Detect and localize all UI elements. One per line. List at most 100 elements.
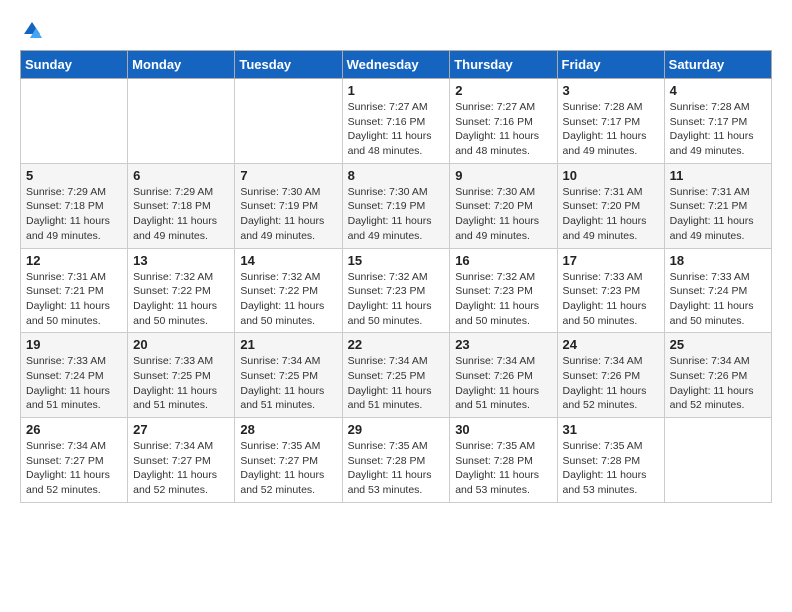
- calendar-cell: 3Sunrise: 7:28 AM Sunset: 7:17 PM Daylig…: [557, 79, 664, 164]
- calendar-cell: 1Sunrise: 7:27 AM Sunset: 7:16 PM Daylig…: [342, 79, 450, 164]
- day-info: Sunrise: 7:33 AM Sunset: 7:24 PM Dayligh…: [26, 354, 122, 413]
- day-info: Sunrise: 7:32 AM Sunset: 7:23 PM Dayligh…: [455, 270, 551, 329]
- day-number: 3: [563, 83, 659, 98]
- weekday-header-friday: Friday: [557, 51, 664, 79]
- calendar-cell: 9Sunrise: 7:30 AM Sunset: 7:20 PM Daylig…: [450, 163, 557, 248]
- day-info: Sunrise: 7:32 AM Sunset: 7:22 PM Dayligh…: [133, 270, 229, 329]
- day-number: 2: [455, 83, 551, 98]
- calendar-cell: 21 Sunrise: 7:34 AM Sunset: 7:25 PM Dayli…: [235, 333, 342, 418]
- day-info: Sunrise: 7:33 AM Sunset: 7:25 PM Dayligh…: [133, 354, 229, 413]
- day-info: Sunrise: 7:30 AM Sunset: 7:19 PM Dayligh…: [240, 185, 336, 244]
- day-info: Sunrise: 7:27 AM Sunset: 7:16 PM Dayligh…: [348, 100, 445, 159]
- calendar-header-row: SundayMondayTuesdayWednesdayThursdayFrid…: [21, 51, 772, 79]
- calendar-cell: 22Sunrise: 7:34 AM Sunset: 7:25 PM Dayli…: [342, 333, 450, 418]
- calendar-cell: 13 Sunrise: 7:32 AM Sunset: 7:22 PM Dayli…: [128, 248, 235, 333]
- day-info: Sunrise: 7:33 AM Sunset: 7:24 PM Dayligh…: [670, 270, 766, 329]
- calendar-cell: 26 Sunrise: 7:34 AM Sunset: 7:27 PM Dayli…: [21, 418, 128, 503]
- day-info: Sunrise: 7:34 AM Sunset: 7:26 PM Dayligh…: [563, 354, 659, 413]
- day-info: Sunrise: 7:27 AM Sunset: 7:16 PM Dayligh…: [455, 100, 551, 159]
- day-number: 10: [563, 168, 659, 183]
- day-number: 18: [670, 253, 766, 268]
- day-number: 25: [670, 337, 766, 352]
- calendar-cell: 24Sunrise: 7:34 AM Sunset: 7:26 PM Dayli…: [557, 333, 664, 418]
- weekday-header-saturday: Saturday: [664, 51, 771, 79]
- calendar-cell: 2 Sunrise: 7:27 AM Sunset: 7:16 PM Daylig…: [450, 79, 557, 164]
- day-number: 26: [26, 422, 122, 437]
- day-info: Sunrise: 7:32 AM Sunset: 7:22 PM Dayligh…: [240, 270, 336, 329]
- calendar-cell: 5 Sunrise: 7:29 AM Sunset: 7:18 PM Daylig…: [21, 163, 128, 248]
- day-number: 16: [455, 253, 551, 268]
- day-number: 30: [455, 422, 551, 437]
- day-info: Sunrise: 7:33 AM Sunset: 7:23 PM Dayligh…: [563, 270, 659, 329]
- weekday-header-wednesday: Wednesday: [342, 51, 450, 79]
- day-number: 28: [240, 422, 336, 437]
- day-number: 20: [133, 337, 229, 352]
- calendar-cell: 15 Sunrise: 7:32 AM Sunset: 7:23 PM Dayli…: [342, 248, 450, 333]
- calendar-week-row: 12 Sunrise: 7:31 AM Sunset: 7:21 PM Dayli…: [21, 248, 772, 333]
- day-info: Sunrise: 7:35 AM Sunset: 7:28 PM Dayligh…: [455, 439, 551, 498]
- calendar-week-row: 26 Sunrise: 7:34 AM Sunset: 7:27 PM Dayli…: [21, 418, 772, 503]
- calendar-cell: 14 Sunrise: 7:32 AM Sunset: 7:22 PM Dayli…: [235, 248, 342, 333]
- day-number: 15: [348, 253, 445, 268]
- calendar-cell: 11Sunrise: 7:31 AM Sunset: 7:21 PM Dayli…: [664, 163, 771, 248]
- day-number: 12: [26, 253, 122, 268]
- day-number: 17: [563, 253, 659, 268]
- day-number: 23: [455, 337, 551, 352]
- calendar-cell: 18 Sunrise: 7:33 AM Sunset: 7:24 PM Dayli…: [664, 248, 771, 333]
- calendar-cell: 20 Sunrise: 7:33 AM Sunset: 7:25 PM Dayli…: [128, 333, 235, 418]
- day-number: 8: [348, 168, 445, 183]
- calendar-cell: [235, 79, 342, 164]
- day-info: Sunrise: 7:34 AM Sunset: 7:27 PM Dayligh…: [133, 439, 229, 498]
- day-number: 21: [240, 337, 336, 352]
- day-number: 9: [455, 168, 551, 183]
- calendar-table: SundayMondayTuesdayWednesdayThursdayFrid…: [20, 50, 772, 503]
- day-info: Sunrise: 7:35 AM Sunset: 7:28 PM Dayligh…: [348, 439, 445, 498]
- weekday-header-thursday: Thursday: [450, 51, 557, 79]
- calendar-cell: 6 Sunrise: 7:29 AM Sunset: 7:18 PM Daylig…: [128, 163, 235, 248]
- day-number: 19: [26, 337, 122, 352]
- day-info: Sunrise: 7:34 AM Sunset: 7:27 PM Dayligh…: [26, 439, 122, 498]
- calendar-cell: 30 Sunrise: 7:35 AM Sunset: 7:28 PM Dayli…: [450, 418, 557, 503]
- calendar-cell: [128, 79, 235, 164]
- day-number: 6: [133, 168, 229, 183]
- calendar-week-row: 1Sunrise: 7:27 AM Sunset: 7:16 PM Daylig…: [21, 79, 772, 164]
- weekday-header-tuesday: Tuesday: [235, 51, 342, 79]
- calendar-cell: [21, 79, 128, 164]
- day-number: 11: [670, 168, 766, 183]
- calendar-cell: [664, 418, 771, 503]
- day-info: Sunrise: 7:31 AM Sunset: 7:21 PM Dayligh…: [26, 270, 122, 329]
- calendar-cell: 17 Sunrise: 7:33 AM Sunset: 7:23 PM Dayli…: [557, 248, 664, 333]
- day-info: Sunrise: 7:35 AM Sunset: 7:27 PM Dayligh…: [240, 439, 336, 498]
- weekday-header-sunday: Sunday: [21, 51, 128, 79]
- calendar-cell: 25Sunrise: 7:34 AM Sunset: 7:26 PM Dayli…: [664, 333, 771, 418]
- day-info: Sunrise: 7:29 AM Sunset: 7:18 PM Dayligh…: [133, 185, 229, 244]
- day-number: 13: [133, 253, 229, 268]
- day-number: 27: [133, 422, 229, 437]
- calendar-cell: 19 Sunrise: 7:33 AM Sunset: 7:24 PM Dayli…: [21, 333, 128, 418]
- day-number: 7: [240, 168, 336, 183]
- calendar-cell: 12 Sunrise: 7:31 AM Sunset: 7:21 PM Dayli…: [21, 248, 128, 333]
- day-number: 29: [348, 422, 445, 437]
- day-info: Sunrise: 7:30 AM Sunset: 7:19 PM Dayligh…: [348, 185, 445, 244]
- day-info: Sunrise: 7:34 AM Sunset: 7:26 PM Dayligh…: [455, 354, 551, 413]
- calendar-cell: 10 Sunrise: 7:31 AM Sunset: 7:20 PM Dayli…: [557, 163, 664, 248]
- calendar-week-row: 19 Sunrise: 7:33 AM Sunset: 7:24 PM Dayli…: [21, 333, 772, 418]
- logo-icon: [22, 20, 42, 40]
- day-info: Sunrise: 7:32 AM Sunset: 7:23 PM Dayligh…: [348, 270, 445, 329]
- day-number: 4: [670, 83, 766, 98]
- day-number: 5: [26, 168, 122, 183]
- calendar-cell: 31 Sunrise: 7:35 AM Sunset: 7:28 PM Dayli…: [557, 418, 664, 503]
- calendar-cell: 29 Sunrise: 7:35 AM Sunset: 7:28 PM Dayli…: [342, 418, 450, 503]
- day-number: 31: [563, 422, 659, 437]
- page-header: [20, 20, 772, 40]
- calendar-cell: 8 Sunrise: 7:30 AM Sunset: 7:19 PM Daylig…: [342, 163, 450, 248]
- day-info: Sunrise: 7:34 AM Sunset: 7:25 PM Dayligh…: [240, 354, 336, 413]
- day-info: Sunrise: 7:31 AM Sunset: 7:20 PM Dayligh…: [563, 185, 659, 244]
- calendar-cell: 7 Sunrise: 7:30 AM Sunset: 7:19 PM Daylig…: [235, 163, 342, 248]
- day-info: Sunrise: 7:34 AM Sunset: 7:25 PM Dayligh…: [348, 354, 445, 413]
- day-info: Sunrise: 7:29 AM Sunset: 7:18 PM Dayligh…: [26, 185, 122, 244]
- day-info: Sunrise: 7:35 AM Sunset: 7:28 PM Dayligh…: [563, 439, 659, 498]
- weekday-header-monday: Monday: [128, 51, 235, 79]
- calendar-cell: 16 Sunrise: 7:32 AM Sunset: 7:23 PM Dayli…: [450, 248, 557, 333]
- day-number: 14: [240, 253, 336, 268]
